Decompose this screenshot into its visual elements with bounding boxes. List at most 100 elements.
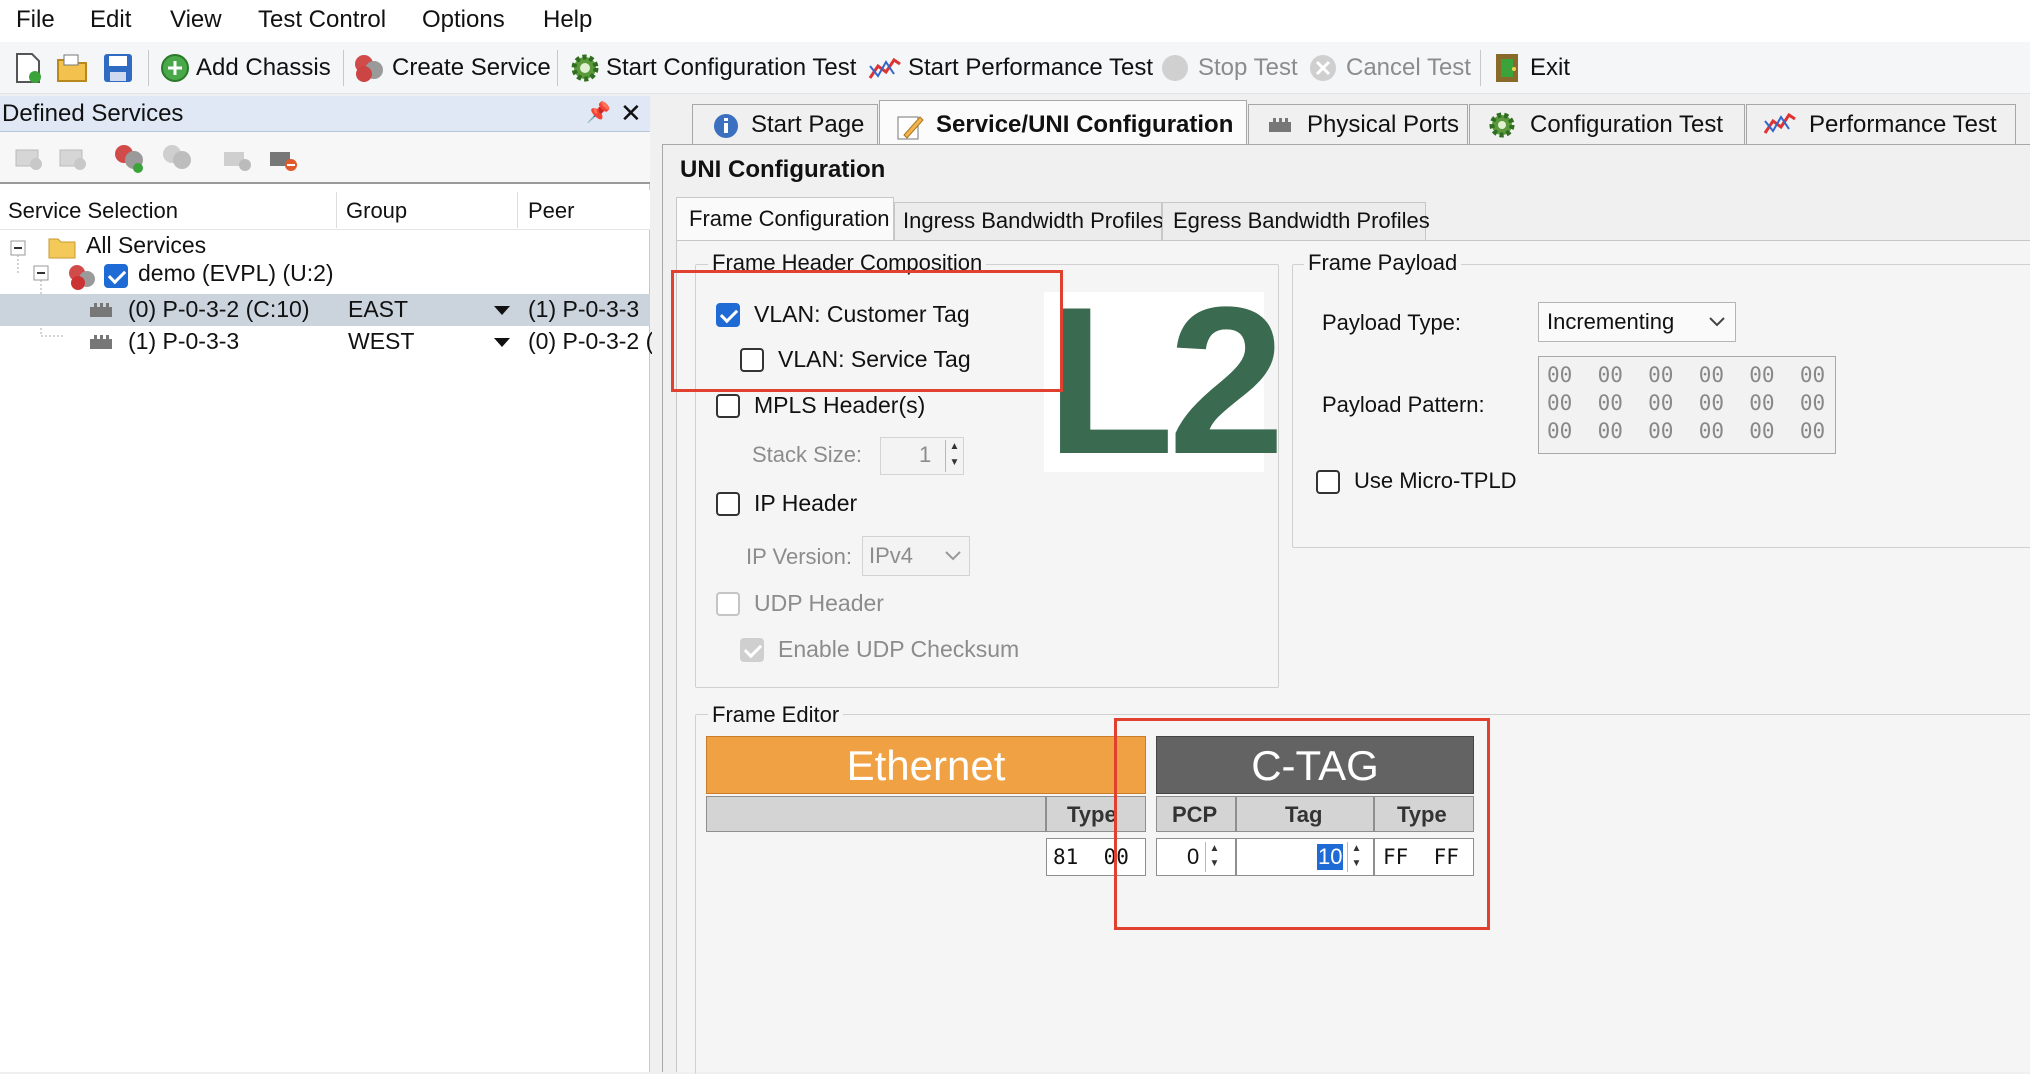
port-icon (1269, 118, 1291, 132)
chevron-down-icon[interactable] (494, 338, 510, 348)
menu-view[interactable]: View (170, 6, 222, 34)
edit-document-icon (897, 116, 924, 140)
menu-edit[interactable]: Edit (90, 6, 131, 34)
udp-header-checkbox[interactable] (716, 592, 740, 616)
menu-help[interactable]: Help (543, 6, 592, 34)
mpls-headers-checkbox[interactable] (716, 394, 740, 418)
payload-pattern-row: 00 00 00 00 00 00 (1547, 419, 1826, 443)
start-performance-test-button[interactable]: Start Performance Test (908, 54, 1153, 82)
payload-pattern-row: 00 00 00 00 00 00 (1547, 363, 1826, 387)
performance-chart-icon (868, 57, 901, 79)
service-table-header: Service Selection Group Peer (0, 190, 650, 230)
add-port-icon[interactable] (222, 144, 252, 172)
menu-options[interactable]: Options (422, 6, 505, 34)
toolbar: Add Chassis Create Service Start Configu… (0, 42, 2030, 94)
gear-icon (1489, 112, 1515, 138)
tab-frame-configuration[interactable]: Frame Configuration (676, 197, 894, 241)
uni-configuration-title: UNI Configuration (680, 156, 886, 183)
payload-pattern-label: Payload Pattern: (1322, 392, 1485, 417)
port-peer[interactable]: (1) P-0-3-3 (528, 296, 639, 323)
add-uni-icon[interactable] (112, 142, 146, 174)
l2-overlay-text: L2 (1046, 263, 1285, 498)
exit-button[interactable]: Exit (1530, 54, 1570, 82)
ip-version-value: IPv4 (869, 543, 914, 568)
tree-service-demo[interactable]: demo (EVPL) (U:2) (138, 260, 334, 287)
open-folder-icon[interactable] (56, 52, 88, 84)
folder-icon (48, 238, 76, 259)
cancel-icon (1310, 55, 1336, 81)
enable-udp-checksum-label: Enable UDP Checksum (778, 636, 1020, 662)
column-service-selection[interactable]: Service Selection (8, 198, 178, 224)
exit-door-icon (1496, 54, 1518, 82)
close-icon[interactable]: ✕ (620, 98, 642, 129)
add-service-icon[interactable] (14, 144, 44, 172)
service-icon (69, 265, 95, 290)
frame-payload-title: Frame Payload (1304, 250, 1462, 276)
payload-type-value: Incrementing (1547, 309, 1675, 334)
mpls-headers-label: MPLS Header(s) (754, 392, 926, 418)
remove-service-icon[interactable] (58, 144, 88, 172)
port-icon (90, 303, 112, 317)
service-checkbox[interactable] (104, 264, 128, 288)
save-icon[interactable] (102, 52, 134, 84)
port-icon (90, 335, 112, 349)
tree-root-all-services[interactable]: All Services (86, 232, 206, 259)
column-group[interactable]: Group (346, 198, 407, 224)
port-group[interactable]: EAST (348, 296, 408, 323)
tab-physical-ports[interactable]: Physical Ports (1248, 104, 1468, 144)
stop-test-button[interactable]: Stop Test (1198, 54, 1298, 82)
ip-header-checkbox[interactable] (716, 492, 740, 516)
add-chassis-button[interactable]: Add Chassis (196, 54, 331, 82)
cancel-test-button[interactable]: Cancel Test (1346, 54, 1471, 82)
stepper-arrows[interactable]: ▲ ▼ (945, 440, 963, 472)
remove-uni-icon[interactable] (160, 142, 194, 174)
menu-file[interactable]: File (16, 6, 55, 34)
tab-label: Performance Test (1809, 111, 1997, 138)
column-peer[interactable]: Peer (528, 198, 574, 224)
tab-egress-bandwidth-profiles[interactable]: Egress Bandwidth Profiles (1162, 202, 1430, 240)
pin-icon[interactable]: 📌 (586, 100, 611, 125)
udp-header-label: UDP Header (754, 590, 884, 616)
tab-label: Physical Ports (1307, 111, 1460, 138)
tab-label: Ingress Bandwidth Profiles (903, 208, 1164, 233)
ip-version-label: IP Version: (746, 544, 852, 569)
menu-test-control[interactable]: Test Control (258, 6, 386, 34)
port-peer[interactable]: (0) P-0-3-2 ( (528, 328, 653, 355)
create-service-button[interactable]: Create Service (392, 54, 551, 82)
info-icon (714, 114, 738, 138)
port-name[interactable]: (0) P-0-3-2 (C:10) (128, 296, 309, 323)
panel-title-bar: Defined Services 📌 ✕ (0, 96, 650, 132)
tab-label: Frame Configuration (689, 206, 890, 231)
ethernet-header-block[interactable]: Ethernet (706, 736, 1146, 794)
payload-pattern-input[interactable]: 00 00 00 00 00 00 00 00 00 00 00 00 00 0… (1538, 356, 1836, 454)
tab-ingress-bandwidth-profiles[interactable]: Ingress Bandwidth Profiles (894, 202, 1164, 240)
payload-pattern-row: 00 00 00 00 00 00 (1547, 391, 1826, 415)
ip-header-label: IP Header (754, 490, 858, 516)
panel-toolbar (0, 132, 650, 184)
ip-version-select[interactable]: IPv4 (862, 536, 970, 576)
ethernet-addresses-column (706, 796, 1046, 832)
use-micro-tpld-checkbox[interactable] (1316, 470, 1340, 494)
frame-editor-title: Frame Editor (708, 702, 844, 728)
create-service-icon (355, 55, 383, 82)
start-configuration-test-button[interactable]: Start Configuration Test (606, 54, 856, 82)
tab-performance-test[interactable]: Performance Test (1746, 104, 2016, 144)
tab-service-uni-configuration[interactable]: Service/UNI Configuration (879, 100, 1247, 146)
vlan-highlight-box (671, 270, 1063, 392)
new-file-icon[interactable] (14, 52, 42, 84)
tab-start-page[interactable]: Start Page (692, 104, 878, 144)
stack-size-stepper[interactable]: 1 ▲ ▼ (880, 437, 964, 475)
port-name[interactable]: (1) P-0-3-3 (128, 328, 239, 355)
tab-label: Start Page (751, 111, 865, 138)
remove-port-icon[interactable] (268, 144, 298, 172)
add-chassis-icon (161, 54, 189, 82)
payload-type-label: Payload Type: (1322, 310, 1462, 335)
payload-type-select[interactable]: Incrementing (1538, 302, 1736, 342)
chevron-down-icon (1709, 317, 1725, 327)
chevron-down-icon[interactable] (494, 306, 510, 316)
tab-configuration-test[interactable]: Configuration Test (1469, 104, 1745, 144)
ctag-highlight-box (1114, 718, 1490, 930)
stack-size-value: 1 (919, 442, 932, 467)
enable-udp-checksum-checkbox[interactable] (740, 638, 764, 662)
port-group[interactable]: WEST (348, 328, 414, 355)
